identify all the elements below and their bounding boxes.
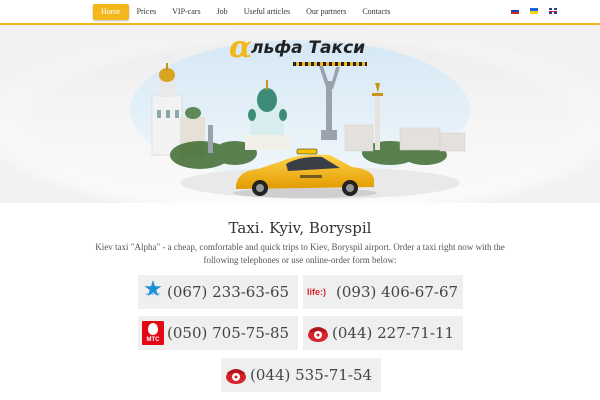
alpha-taxi-logo[interactable]: α льфа Такси (229, 30, 379, 68)
phone-number: (044) 227-71-11 (332, 324, 455, 342)
phone-life[interactable]: life:) (093) 406-67-67 (303, 275, 463, 309)
page-title: Taxi. Kyiv, Boryspil (228, 219, 372, 237)
nav-our-partners[interactable]: Our partners (298, 4, 354, 20)
phone-landline-2[interactable]: (044) 535-71-54 (221, 358, 381, 392)
nav-home[interactable]: Home (93, 4, 129, 20)
logo-wordmark: льфа Такси (251, 38, 366, 58)
top-nav: Home Prices VIP-cars Job Useful articles… (0, 0, 600, 25)
phone-number: (044) 535-71-54 (250, 366, 373, 384)
logo-alpha-glyph: α (229, 30, 253, 65)
phone-number: (093) 406-67-67 (336, 283, 459, 301)
nav-job[interactable]: Job (209, 4, 236, 20)
nav-vip-cars[interactable]: VIP-cars (164, 4, 208, 20)
phone-number: (050) 705-75-85 (167, 324, 290, 342)
en-flag-icon[interactable] (549, 8, 557, 14)
phone-landline-1[interactable]: (044) 227-71-11 (303, 316, 463, 350)
phone-mts[interactable]: МТС (050) 705-75-85 (138, 316, 298, 350)
landline-phone-icon (307, 321, 329, 345)
nav-prices[interactable]: Prices (129, 4, 165, 20)
nav-menu: Home Prices VIP-cars Job Useful articles… (93, 4, 398, 20)
phone-kyivstar[interactable]: ★ КИЇВСТАР (067) 233-63-65 (138, 275, 298, 309)
mts-logo-icon: МТС (142, 321, 164, 345)
ru-flag-icon[interactable] (511, 8, 519, 14)
hero-banner: α льфа Такси (0, 25, 600, 203)
page-description: Kiev taxi "Alpha" - a cheap, comfortable… (95, 242, 505, 265)
phone-number: (067) 233-63-65 (167, 283, 290, 301)
logo-checker-stripe (293, 62, 367, 66)
landline-phone-icon (225, 363, 247, 387)
life-logo-icon: life:) (307, 287, 326, 297)
ua-flag-icon[interactable] (530, 8, 538, 14)
nav-contacts[interactable]: Contacts (354, 4, 398, 20)
nav-useful-articles[interactable]: Useful articles (236, 4, 298, 20)
kyivstar-logo-icon: ★ КИЇВСТАР (143, 277, 163, 302)
language-switcher (511, 8, 557, 14)
